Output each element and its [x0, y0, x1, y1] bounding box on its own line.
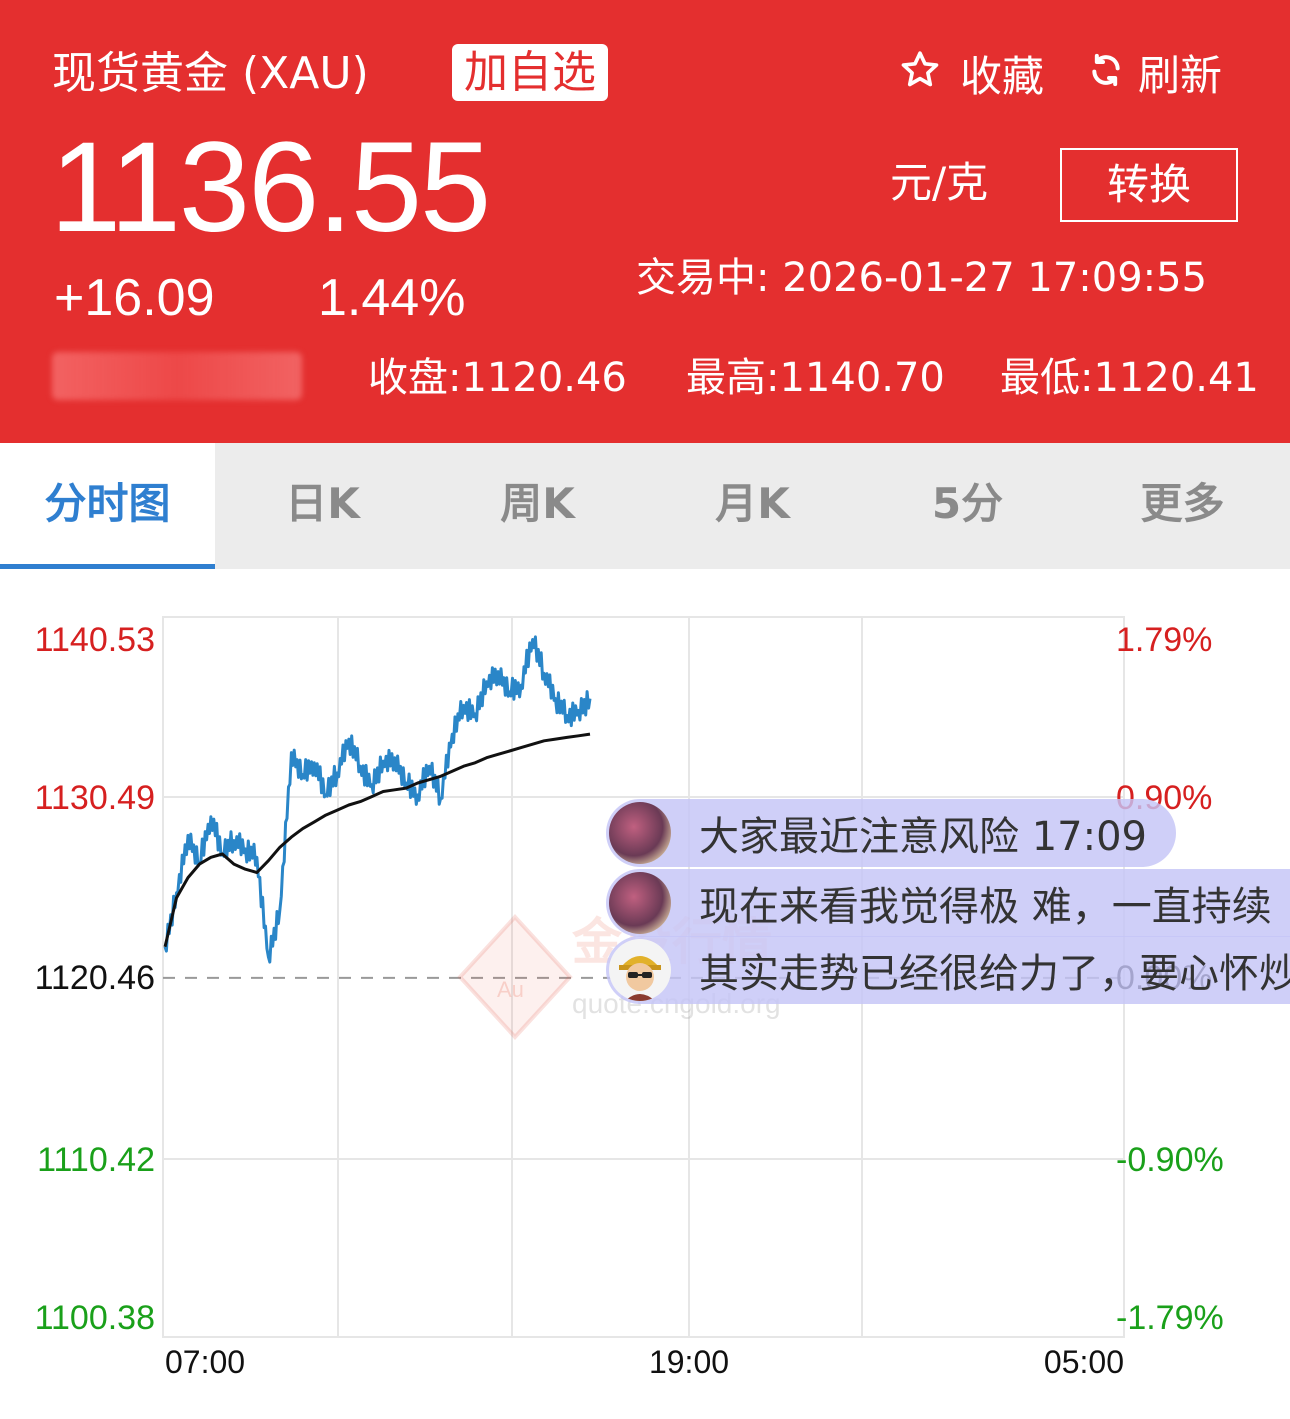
add-to-watchlist-button[interactable]: 加自选	[452, 44, 608, 101]
trading-status: 交易中: 2026-01-27 17:09:55	[636, 255, 1208, 301]
watermark-logo-text: Au	[497, 977, 524, 1002]
x-axis-tick: 05:00	[1044, 1344, 1124, 1380]
current-price: 1136.55	[50, 116, 491, 259]
chat-message: 现在来看我觉得极 难，一直持续	[699, 884, 1272, 930]
y-axis-tick-left: 1110.42	[37, 1141, 155, 1179]
blurred-text	[52, 352, 302, 400]
high-price: 最高:1140.70	[686, 355, 945, 401]
avatar	[609, 802, 671, 864]
price-unit: 元/克	[890, 158, 989, 207]
y-axis-tick-right: -1.79%	[1116, 1299, 1224, 1337]
chart-tabs: 分时图 日K 周K 月K 5分 更多	[0, 443, 1290, 569]
chat-message: 其实走势已经很给力了，要心怀炒	[699, 951, 1290, 997]
favorite-button[interactable]: 收藏	[898, 48, 1044, 106]
chat-bubble[interactable]: 其实走势已经很给力了，要心怀炒	[606, 936, 1290, 1004]
tab-intraday[interactable]: 分时图	[0, 443, 215, 569]
tab-more[interactable]: 更多	[1075, 443, 1290, 569]
tab-5min[interactable]: 5分	[860, 443, 1075, 569]
avatar	[609, 872, 671, 934]
refresh-icon	[1086, 48, 1126, 104]
y-axis-tick-right: 1.79%	[1116, 621, 1212, 659]
tab-monthly-k[interactable]: 月K	[645, 443, 860, 569]
star-icon	[898, 48, 942, 106]
y-axis-tick-left: 1100.38	[35, 1299, 155, 1337]
y-axis-tick-left: 1140.53	[35, 621, 155, 659]
tab-daily-k[interactable]: 日K	[215, 443, 430, 569]
tab-weekly-k[interactable]: 周K	[430, 443, 645, 569]
x-axis-tick: 07:00	[165, 1344, 245, 1380]
chat-bubble[interactable]: 现在来看我觉得极 难，一直持续	[606, 869, 1290, 937]
x-axis-tick: 19:00	[649, 1344, 729, 1380]
convert-button[interactable]: 转换	[1060, 148, 1238, 222]
instrument-title: 现货黄金 (XAU)	[52, 48, 369, 99]
chat-bubble[interactable]: 大家最近注意风险 17:09	[606, 799, 1176, 867]
price-line	[163, 635, 592, 964]
y-axis-tick-left: 1120.46	[35, 959, 155, 997]
quote-header: 现货黄金 (XAU) 加自选 收藏 刷新 1136.55 元/克 转换 +16.…	[0, 0, 1290, 443]
close-price: 收盘:1120.46	[368, 355, 627, 401]
avatar	[609, 939, 671, 1001]
refresh-button[interactable]: 刷新	[1086, 48, 1222, 104]
price-change-percent: 1.44%	[318, 269, 466, 327]
low-price: 最低:1120.41	[1000, 355, 1259, 401]
avatar-face-icon	[619, 956, 661, 1001]
refresh-label: 刷新	[1138, 51, 1223, 100]
price-change: +16.09	[54, 269, 215, 327]
y-axis-tick-left: 1130.49	[35, 779, 155, 817]
y-axis-tick-right: -0.90%	[1116, 1141, 1224, 1179]
favorite-label: 收藏	[960, 52, 1045, 101]
chat-message: 大家最近注意风险 17:09	[699, 814, 1147, 860]
